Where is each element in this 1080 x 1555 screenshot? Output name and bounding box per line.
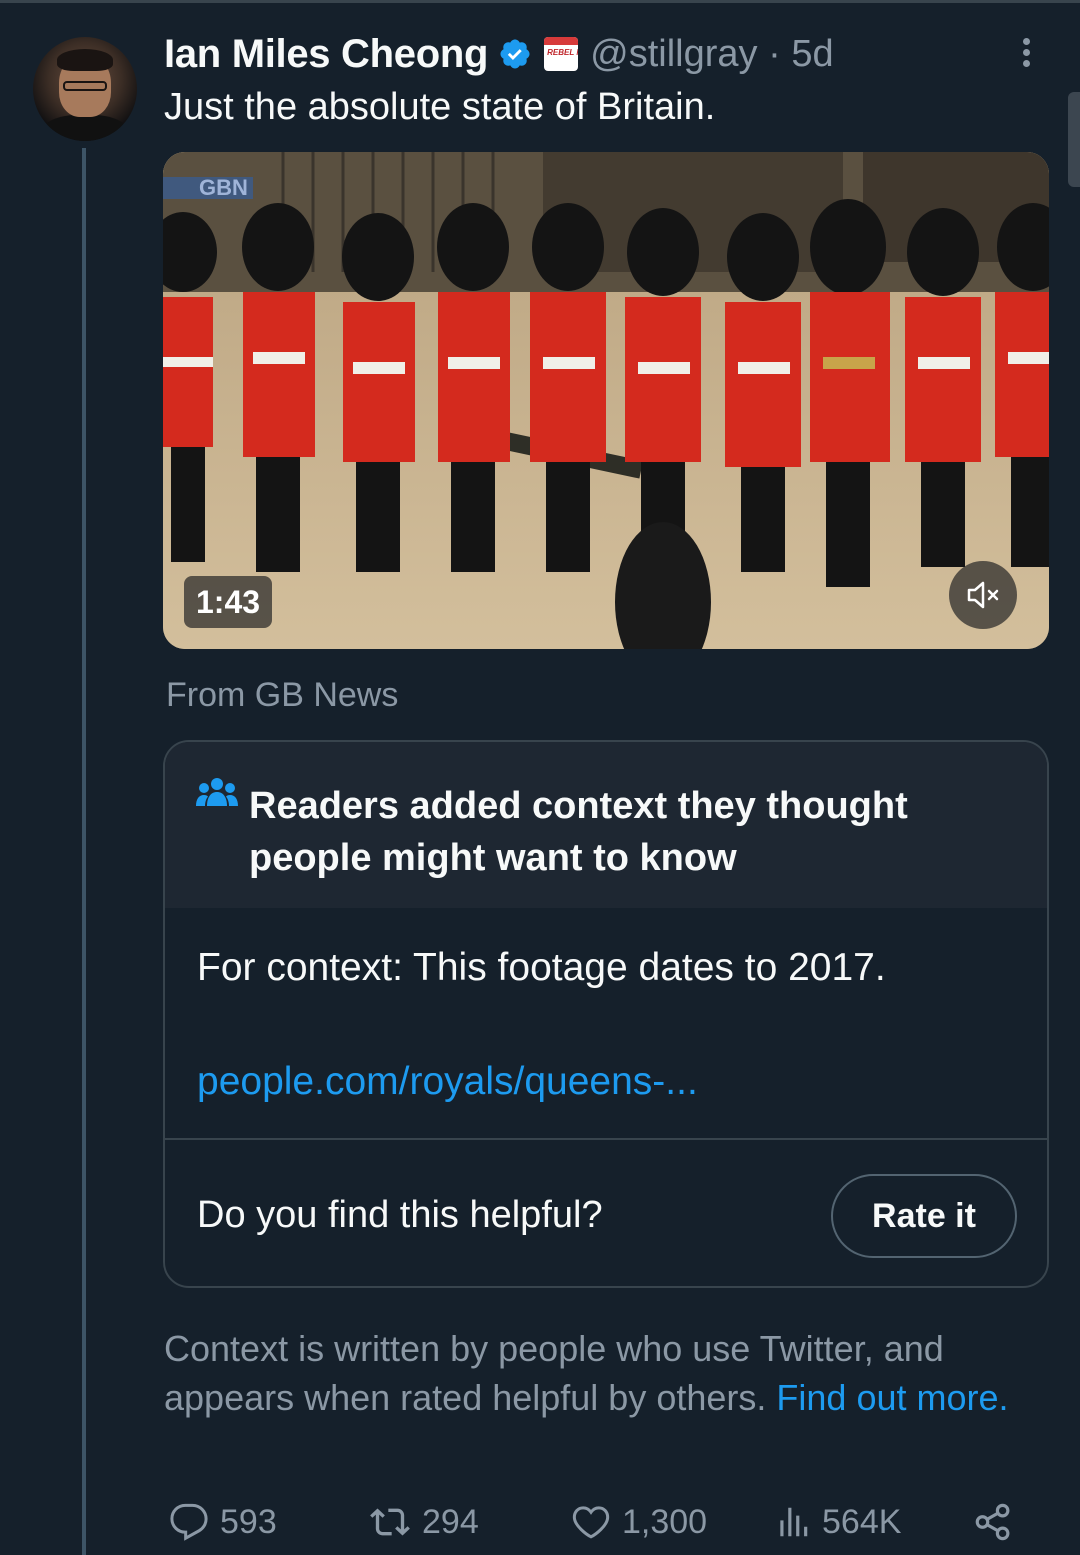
retweet-button[interactable]: 294 xyxy=(368,1492,479,1552)
mute-button[interactable] xyxy=(949,561,1017,629)
verified-badge-icon[interactable] xyxy=(498,37,532,71)
context-disclaimer: Context is written by people who use Twi… xyxy=(164,1324,1024,1422)
avatar[interactable] xyxy=(33,37,137,141)
like-count: 1,300 xyxy=(622,1502,708,1541)
scrollbar[interactable] xyxy=(1068,92,1080,187)
community-note-link[interactable]: people.com/royals/queens-... xyxy=(197,1060,698,1104)
community-note: Readers added context they thought peopl… xyxy=(163,740,1049,1288)
people-icon xyxy=(196,778,238,806)
video-watermark: GBN xyxy=(199,175,248,200)
reply-count: 593 xyxy=(220,1502,277,1541)
like-icon xyxy=(572,1506,610,1539)
tweet-text: Just the absolute state of Britain. xyxy=(164,86,716,128)
community-note-header: Readers added context they thought peopl… xyxy=(165,742,1047,908)
mute-icon xyxy=(967,581,999,609)
tweet-time[interactable]: 5d xyxy=(791,33,833,75)
tweet-header: Ian Miles Cheong REBEL NEWS @stillgray ·… xyxy=(164,28,834,80)
share-icon xyxy=(975,1503,1010,1541)
retweet-icon xyxy=(370,1508,410,1536)
video-frame: GBN xyxy=(163,152,1049,649)
video-player[interactable]: GBN xyxy=(163,152,1049,649)
author-name[interactable]: Ian Miles Cheong xyxy=(164,32,488,77)
views-button[interactable]: 564K xyxy=(774,1492,901,1552)
media-source[interactable]: From GB News xyxy=(166,676,398,715)
affiliate-badge-icon[interactable]: REBEL NEWS xyxy=(544,37,579,71)
reply-icon xyxy=(170,1503,208,1541)
rate-it-button[interactable]: Rate it xyxy=(831,1174,1017,1258)
thread-line xyxy=(82,148,86,1555)
like-button[interactable]: 1,300 xyxy=(570,1492,707,1552)
view-count: 564K xyxy=(822,1502,902,1541)
more-icon[interactable] xyxy=(1017,38,1035,74)
tweet-actions: 593 294 1,300 564K xyxy=(164,1492,1044,1552)
divider xyxy=(165,1138,1047,1140)
top-divider xyxy=(0,0,1080,3)
views-icon xyxy=(780,1507,808,1537)
reply-button[interactable]: 593 xyxy=(168,1492,277,1552)
video-duration: 1:43 xyxy=(184,576,273,628)
share-button[interactable] xyxy=(972,1492,1024,1552)
author-handle[interactable]: @stillgray · 5d xyxy=(590,33,833,76)
community-note-body: For context: This footage dates to 2017. xyxy=(197,946,886,989)
helpful-prompt: Do you find this helpful? xyxy=(197,1194,603,1236)
find-out-more-link[interactable]: Find out more. xyxy=(776,1377,1008,1418)
retweet-count: 294 xyxy=(422,1502,479,1541)
community-note-title: Readers added context they thought peopl… xyxy=(249,785,908,879)
